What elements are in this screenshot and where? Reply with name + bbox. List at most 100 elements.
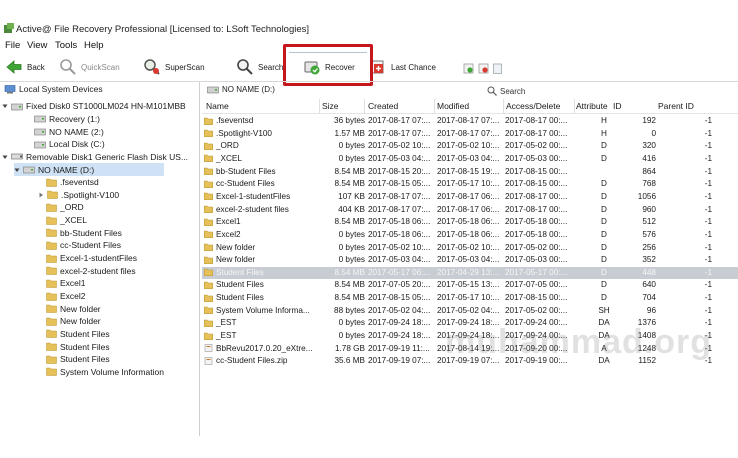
col-attribute[interactable]: Attribute xyxy=(576,101,608,111)
tree-node[interactable]: Excel-1-studentFiles xyxy=(46,252,137,265)
table-row[interactable]: cc-Student Files 8.54 MB 2017-08-15 05:...… xyxy=(202,178,738,191)
tree-node[interactable]: Local Disk (C:) xyxy=(34,138,105,151)
recover-icon xyxy=(304,61,320,75)
superscan-button[interactable]: SuperScan xyxy=(143,55,205,79)
disk-icon xyxy=(11,103,23,111)
expand-down-icon[interactable] xyxy=(2,154,8,160)
col-separator[interactable] xyxy=(364,99,365,114)
tree-node[interactable]: .Spotlight-V100 xyxy=(38,189,119,202)
tree-node[interactable]: New folder xyxy=(46,302,101,315)
table-row[interactable]: .Spotlight-V100 1.57 MB 2017-08-17 07:... 2… xyxy=(202,128,738,141)
folder-icon xyxy=(204,180,213,188)
last-chance-button[interactable]: Last Chance xyxy=(369,55,436,79)
table-row[interactable]: _EST 0 bytes 2017-09-24 18:... 2017-09-24 1… xyxy=(202,317,738,330)
back-button[interactable]: Back xyxy=(5,55,45,79)
table-row[interactable]: Excel1 8.54 MB 2017-05-18 06:... 2017-05-18… xyxy=(202,216,738,229)
tree-node[interactable]: Student Files xyxy=(46,340,110,353)
table-row[interactable]: Excel2 0 bytes 2017-05-18 06:... 2017-05-18… xyxy=(202,229,738,242)
tree-node[interactable]: Excel1 xyxy=(46,277,86,290)
menu-view[interactable]: View xyxy=(27,40,47,51)
cell-attribute: D xyxy=(601,255,607,265)
table-row-selected[interactable]: Student Files 8.54 MB 2017-05-17 06:... 201… xyxy=(202,266,738,280)
col-accessed[interactable]: Access/Delete xyxy=(506,101,560,111)
col-name[interactable]: Name xyxy=(206,101,229,111)
tree-node[interactable]: Removable Disk1 Generic Flash Disk US... xyxy=(2,151,188,164)
table-row[interactable]: bb-Student Files 8.54 MB 2017-08-15 20:...… xyxy=(202,166,738,179)
tree-node[interactable]: System Volume Information xyxy=(46,366,164,379)
cell-created: 2017-08-15 05:... xyxy=(368,293,431,303)
tree-node[interactable]: excel-2-student files xyxy=(46,264,136,277)
tree-node[interactable]: Student Files xyxy=(46,328,110,341)
col-separator[interactable] xyxy=(503,99,504,114)
tree-node-label: .fseventsd xyxy=(60,177,99,188)
cell-modified: 2017-05-17 10:... xyxy=(437,179,500,189)
tree-node[interactable]: Recovery (1:) xyxy=(34,113,100,126)
col-size[interactable]: Size xyxy=(322,101,339,111)
document-icon[interactable] xyxy=(492,63,503,74)
cell-attribute: DA xyxy=(598,318,610,328)
tree-node[interactable]: _XCEL xyxy=(46,214,87,227)
col-created[interactable]: Created xyxy=(368,101,398,111)
cell-id: 512 xyxy=(642,217,656,227)
tree-node-selected[interactable]: NO NAME (D:) xyxy=(14,163,164,176)
cell-parent-id: -1 xyxy=(704,331,712,341)
quickscan-button[interactable]: QuickScan xyxy=(59,55,120,79)
folder-icon xyxy=(46,355,57,364)
table-row[interactable]: New folder 0 bytes 2017-05-02 10:... 2017-0… xyxy=(202,242,738,255)
col-parent-id[interactable]: Parent ID xyxy=(658,101,694,111)
menu-help[interactable]: Help xyxy=(84,40,104,51)
cell-attribute: D xyxy=(601,280,607,290)
col-separator[interactable] xyxy=(574,99,575,114)
table-row[interactable]: cc-Student Files.zip 35.6 MB 2017-09-19 07… xyxy=(202,355,738,368)
tree-node[interactable]: bb-Student Files xyxy=(46,227,122,240)
cell-created: 2017-05-02 04:... xyxy=(368,305,431,315)
table-row[interactable]: _XCEL 0 bytes 2017-05-03 04:... 2017-05-03 … xyxy=(202,153,738,166)
col-separator[interactable] xyxy=(434,99,435,114)
table-row[interactable]: System Volume Informa... 88 bytes 2017-05-… xyxy=(202,305,738,318)
cell-created: 2017-08-17 07:... xyxy=(368,116,431,125)
tree-node-label: _XCEL xyxy=(60,215,87,226)
table-row[interactable]: New folder 0 bytes 2017-05-03 04:... 2017-0… xyxy=(202,254,738,267)
cell-accessed: 2017-05-17 00:... xyxy=(505,267,568,277)
table-row[interactable]: Student Files 8.54 MB 2017-07-05 20:... 201… xyxy=(202,279,738,292)
cell-id: 448 xyxy=(642,267,656,277)
table-row[interactable]: _EST 0 bytes 2017-09-24 18:... 2017-09-24 1… xyxy=(202,330,738,343)
recover-button[interactable]: Recover xyxy=(303,55,355,79)
menu-tools[interactable]: Tools xyxy=(55,40,77,51)
tree-node[interactable]: .fseventsd xyxy=(46,176,99,189)
cell-created: 2017-08-17 07:... xyxy=(368,191,431,201)
tree-node[interactable]: _ORD xyxy=(46,201,84,214)
cell-accessed: 2017-05-18 00:... xyxy=(505,217,568,227)
disk-icon xyxy=(34,141,46,149)
cell-size: 0 bytes xyxy=(338,255,365,265)
table-row[interactable]: BbRevu2017.0.20_eXtre... 1.78 GB 2017-09-1… xyxy=(202,343,738,356)
cell-modified: 2017-05-18 06:... xyxy=(437,229,500,239)
search-tab[interactable]: Search xyxy=(487,86,525,96)
add-icon[interactable] xyxy=(463,63,474,74)
tree-node[interactable]: cc-Student Files xyxy=(46,239,121,252)
cell-size: 0 bytes xyxy=(338,318,365,328)
table-row[interactable]: Excel-1-studentFiles 107 KB 2017-08-17 07:… xyxy=(202,191,738,204)
path-tab[interactable]: NO NAME (D:) xyxy=(207,83,275,96)
remove-icon[interactable] xyxy=(478,63,489,74)
cell-modified: 2017-09-19 07:... xyxy=(437,356,500,366)
folder-icon xyxy=(46,292,57,301)
tree-node[interactable]: Fixed Disk0 ST1000LM024 HN-M101MBB xyxy=(2,100,186,113)
expand-right-icon[interactable] xyxy=(38,192,44,198)
col-id[interactable]: ID xyxy=(613,101,622,111)
table-row[interactable]: excel-2-student files 404 KB 2017-08-17 07… xyxy=(202,204,738,217)
expand-down-icon[interactable] xyxy=(14,167,20,173)
table-row[interactable]: _ORD 0 bytes 2017-05-02 10:... 2017-05-02 1… xyxy=(202,140,738,153)
table-row[interactable]: .fseventsd 36 bytes 2017-08-17 07:... 2017-… xyxy=(202,115,738,128)
col-separator[interactable] xyxy=(319,99,320,114)
cell-name: .fseventsd xyxy=(204,116,320,125)
menu-file[interactable]: File xyxy=(5,40,20,51)
tree-node[interactable]: New folder xyxy=(46,315,101,328)
search-button[interactable]: Search xyxy=(236,55,283,79)
expand-down-icon[interactable] xyxy=(2,103,8,109)
col-modified[interactable]: Modified xyxy=(437,101,469,111)
tree-node[interactable]: NO NAME (2:) xyxy=(34,125,104,138)
table-row[interactable]: Student Files 8.54 MB 2017-08-15 05:... 201… xyxy=(202,292,738,305)
tree-node[interactable]: Student Files xyxy=(46,353,110,366)
tree-node[interactable]: Excel2 xyxy=(46,290,86,303)
